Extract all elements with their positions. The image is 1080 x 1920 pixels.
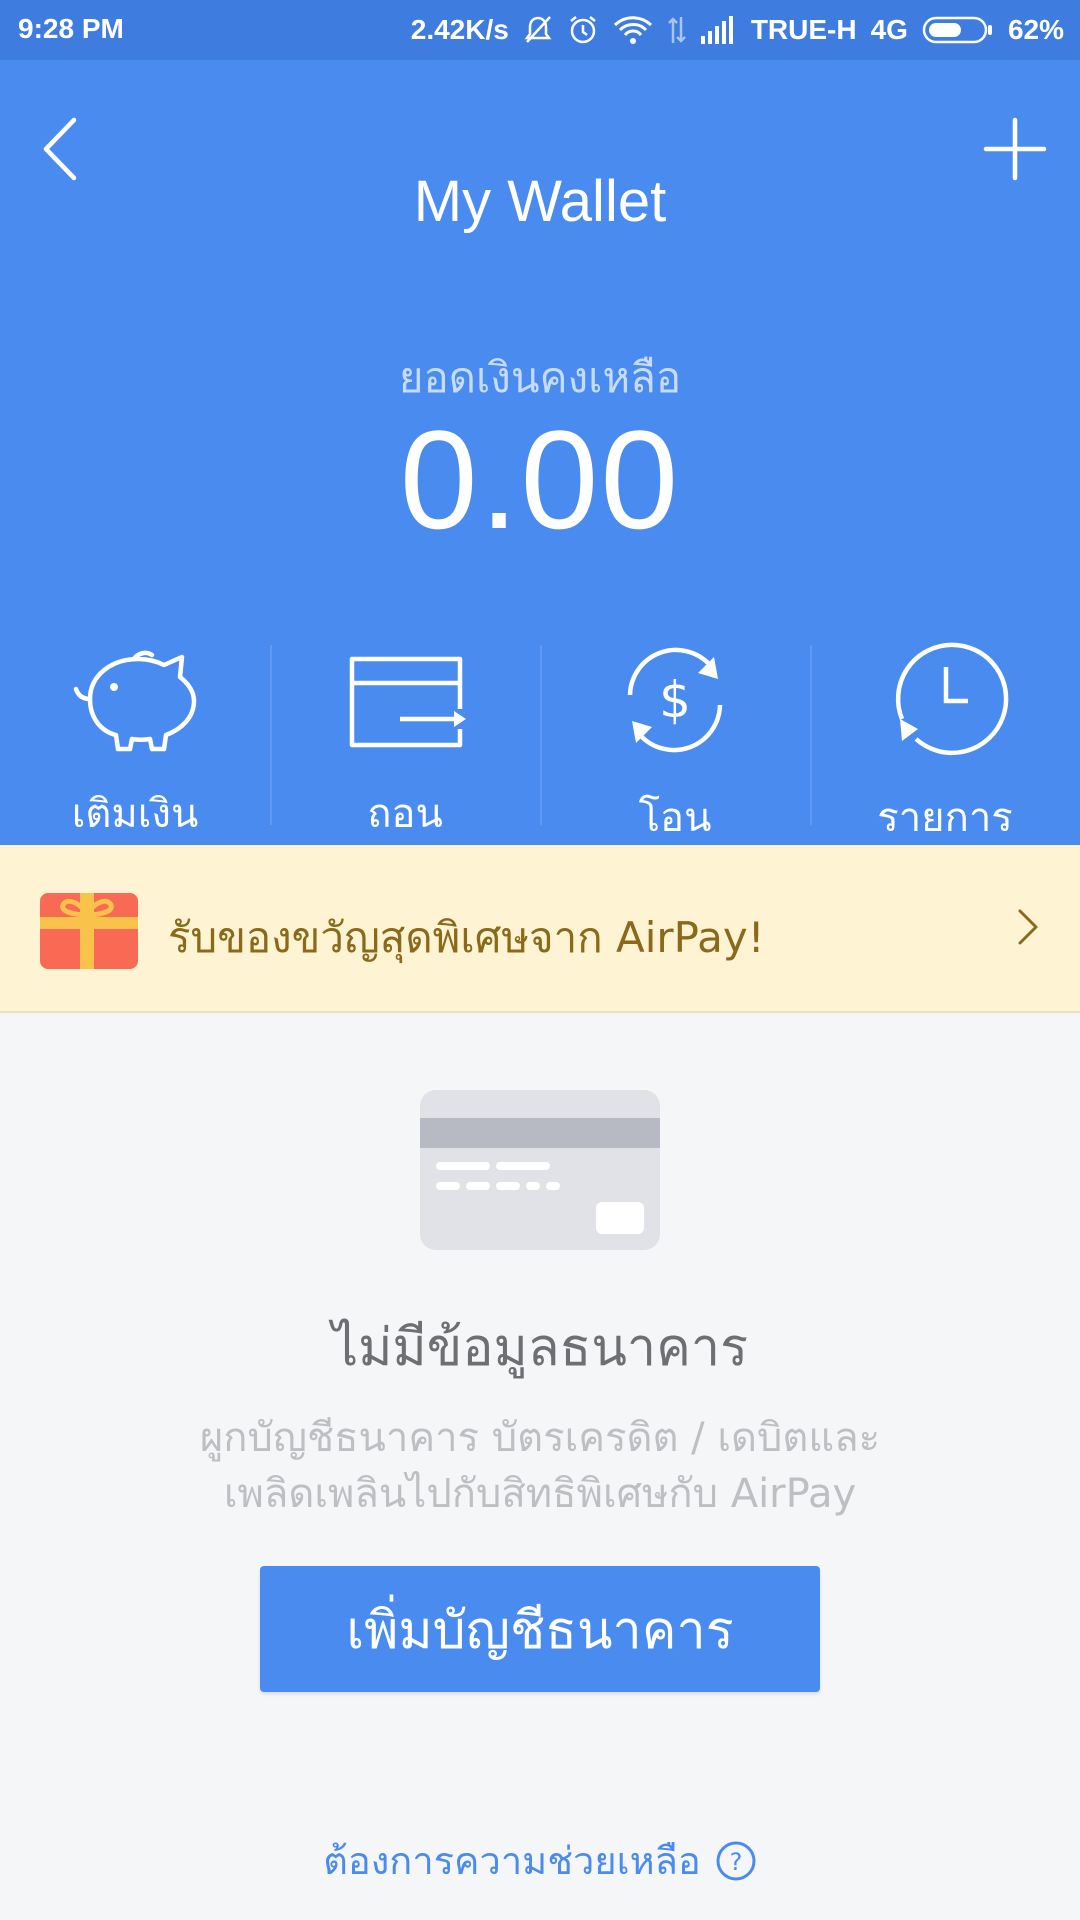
- svg-text:?: ?: [729, 1848, 742, 1876]
- svg-text:$: $: [659, 671, 691, 729]
- transfer-button[interactable]: $ โอน: [540, 635, 810, 845]
- alarm-icon: [567, 14, 599, 46]
- battery-icon: [922, 15, 994, 45]
- battery-percent: 62%: [1007, 14, 1064, 45]
- transfer-label: โอน: [638, 795, 712, 841]
- topup-button[interactable]: เติมเงิน: [0, 635, 270, 845]
- chevron-right-icon: [1018, 909, 1038, 945]
- help-label: ต้องการความช่วยเหลือ: [323, 1839, 701, 1883]
- status-time: 9:28 PM: [18, 13, 124, 44]
- empty-state-description-line1: ผูกบัญชีธนาคาร บัตรเครดิต / เดบิตและ: [199, 1415, 881, 1461]
- promo-text: รับของขวัญสุดพิเศษจาก AirPay!: [168, 913, 765, 962]
- wallet-actions: เติมเงิน ถอน $ โอน รายการ: [0, 635, 1080, 845]
- history-button[interactable]: รายการ: [810, 635, 1080, 845]
- gift-icon: [40, 893, 138, 969]
- question-circle-icon: ?: [716, 1841, 756, 1880]
- empty-state-title: ไม่มีข้อมูลธนาคาร: [331, 1318, 749, 1378]
- plus-icon: [983, 117, 1047, 181]
- empty-state-description: ผูกบัญชีธนาคาร บัตรเครดิต / เดบิตและ เพล…: [100, 1410, 980, 1522]
- net-speed: 2.42K/s: [410, 14, 509, 45]
- promo-banner[interactable]: รับของขวัญสุดพิเศษจาก AirPay!: [0, 845, 1080, 1013]
- signal-icon: [700, 16, 737, 44]
- status-icons: 2.42K/s TRUE-H 4G 62%: [411, 10, 1064, 50]
- wallet-header: My Wallet ยอดเงินคงเหลือ 0.00 เติมเงิน ถ…: [0, 60, 1080, 845]
- clock-icon: [895, 642, 1009, 756]
- empty-state-description-line2: เพลิดเพลินไปกับสิทธิพิเศษกับ AirPay: [223, 1471, 857, 1517]
- page-title: My Wallet: [413, 169, 667, 234]
- help-link[interactable]: ต้องการความช่วยเหลือ ?: [0, 1830, 1080, 1891]
- bank-card-illustration: [420, 1090, 660, 1250]
- piggy-bank-icon: [73, 650, 197, 752]
- chevron-left-icon: [43, 117, 77, 181]
- topup-label: เติมเงิน: [71, 791, 199, 837]
- data-arrows-icon: [667, 15, 687, 45]
- withdraw-button[interactable]: ถอน: [270, 635, 540, 845]
- network-type: 4G: [870, 14, 908, 45]
- wifi-icon: [613, 15, 653, 45]
- transfer-icon: $: [627, 647, 723, 753]
- withdraw-label: ถอน: [367, 791, 443, 837]
- back-button[interactable]: [22, 106, 98, 192]
- withdraw-icon: [349, 656, 466, 748]
- mute-bell-icon: [523, 14, 553, 46]
- status-bar: 9:28 PM 2.42K/s TRUE-H 4G 62%: [0, 0, 1080, 60]
- balance-amount: 0.00: [399, 401, 681, 558]
- add-bank-account-button[interactable]: เพิ่มบัญชีธนาคาร: [260, 1566, 820, 1692]
- history-label: รายการ: [877, 795, 1013, 841]
- add-button[interactable]: [972, 106, 1058, 192]
- carrier-name: TRUE-H: [750, 14, 857, 45]
